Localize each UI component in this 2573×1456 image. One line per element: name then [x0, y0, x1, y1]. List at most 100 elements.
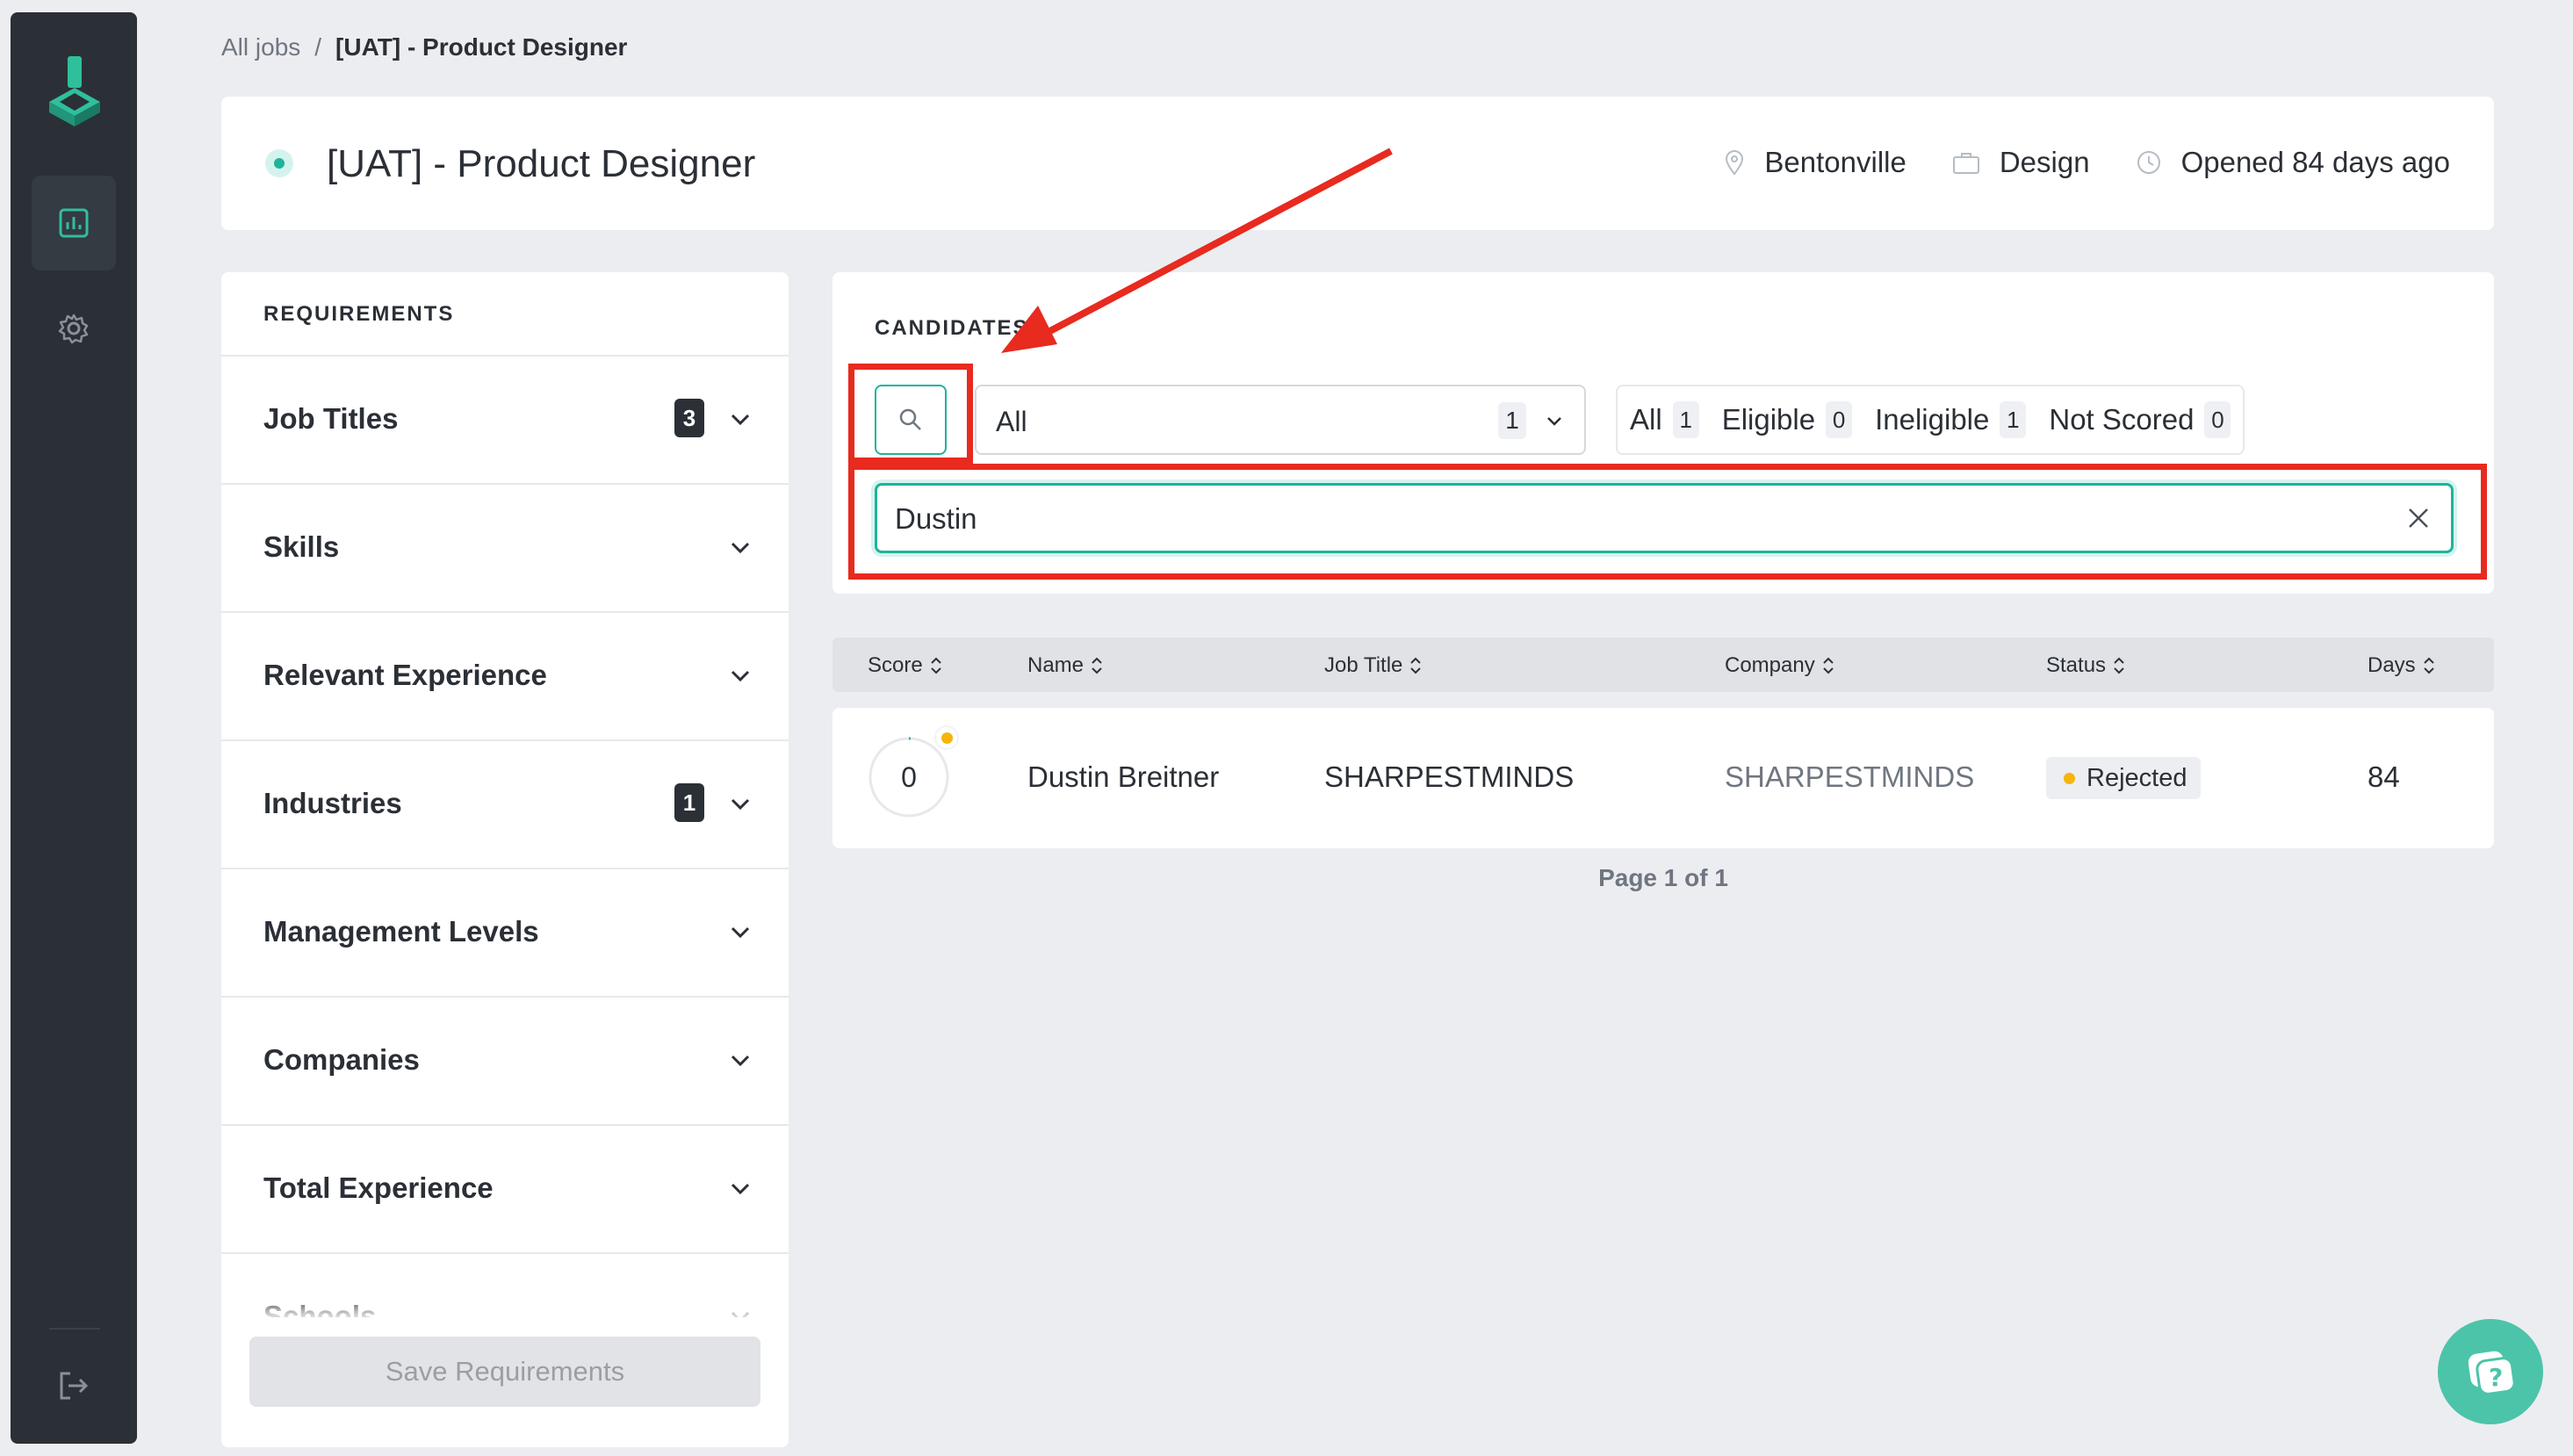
breadcrumb-separator: / — [314, 33, 322, 61]
table-row[interactable]: 0 Dustin Breitner SHARPESTMINDS SHARPEST… — [832, 708, 2494, 848]
filter-ineligible-count: 1 — [2000, 401, 2027, 438]
requirement-label: Total Experience — [263, 1171, 494, 1204]
chevron-down-icon — [731, 414, 750, 426]
breadcrumb: All jobs / [UAT] - Product Designer — [221, 33, 627, 61]
column-label: Company — [1725, 653, 1815, 677]
candidate-days: 84 — [2368, 760, 2400, 793]
help-button[interactable]: ? — [2438, 1319, 2543, 1424]
requirement-label: Relevant Experience — [263, 659, 547, 691]
settings-icon — [58, 314, 89, 344]
svg-text:?: ? — [2489, 1363, 2503, 1392]
settings-nav-button[interactable] — [32, 281, 116, 376]
job-header-card: [UAT] - Product Designer Bentonville Des… — [221, 97, 2494, 230]
filter-eligible[interactable]: Eligible — [1722, 403, 1815, 436]
annotation-search-field-highlight — [848, 464, 2487, 580]
chevron-down-icon — [1547, 417, 1561, 426]
filter-all-count: 1 — [1672, 401, 1699, 438]
filter-not-scored-count: 0 — [2204, 401, 2231, 438]
requirement-skills[interactable]: Skills — [221, 483, 789, 611]
column-name[interactable]: Name — [1027, 653, 1103, 678]
clock-icon — [2137, 151, 2160, 174]
chevron-down-icon — [731, 1183, 750, 1195]
candidate-stage-select[interactable]: All 1 — [975, 385, 1586, 455]
analytics-nav-button[interactable] — [32, 176, 116, 270]
job-meta: Bentonville Design Opened 84 days ago — [1724, 146, 2450, 179]
candidates-table-header: Score Name Job Title Company Status Days — [832, 638, 2494, 692]
eligibility-filters: All 1 Eligible 0 Ineligible 1 Not Scored… — [1616, 385, 2245, 455]
job-status-indicator — [265, 149, 293, 177]
candidate-name[interactable]: Dustin Breitner — [1027, 760, 1219, 794]
briefcase-icon — [1952, 153, 1979, 174]
job-location: Bentonville — [1724, 146, 1906, 179]
sidebar-divider — [49, 1328, 100, 1330]
requirement-management-levels[interactable]: Management Levels — [221, 868, 789, 996]
requirement-label: Job Titles — [263, 402, 399, 435]
logo-icon[interactable] — [49, 56, 100, 130]
filter-eligible-count: 0 — [1826, 401, 1853, 438]
column-label: Status — [2046, 653, 2107, 677]
stage-select-value: All — [996, 406, 1027, 437]
job-department-text: Design — [1999, 146, 2090, 178]
requirement-industries[interactable]: Industries 1 — [221, 739, 789, 868]
chevron-down-icon — [731, 926, 750, 939]
job-location-text: Bentonville — [1764, 146, 1906, 178]
requirement-count-badge: 1 — [674, 783, 704, 822]
job-department: Design — [1952, 146, 2090, 179]
column-score[interactable]: Score — [868, 653, 942, 678]
column-label: Days — [2368, 653, 2416, 677]
stage-select-count: 1 — [1498, 402, 1526, 439]
help-icon: ? — [2468, 1351, 2516, 1395]
breadcrumb-all-jobs-link[interactable]: All jobs — [221, 33, 300, 61]
page-title: [UAT] - Product Designer — [327, 142, 756, 185]
column-days[interactable]: Days — [2368, 653, 2435, 678]
logout-icon — [60, 1372, 89, 1400]
annotation-search-button-highlight — [848, 364, 973, 464]
job-opened: Opened 84 days ago — [2136, 146, 2450, 179]
filter-all[interactable]: All — [1630, 403, 1662, 436]
sort-icon — [2114, 657, 2124, 674]
column-label: Name — [1027, 653, 1085, 677]
score-status-dot — [934, 725, 959, 750]
chevron-down-icon — [731, 798, 750, 811]
requirements-heading: REQUIREMENTS — [263, 302, 455, 326]
requirement-label: Companies — [263, 1043, 420, 1076]
candidate-job-title: SHARPESTMINDS — [1324, 760, 1575, 793]
logout-button[interactable] — [32, 1338, 116, 1433]
sidebar — [11, 12, 137, 1444]
column-job-title[interactable]: Job Title — [1324, 653, 1422, 678]
candidate-score: 0 — [901, 760, 917, 793]
sort-icon — [1410, 657, 1422, 674]
status-badge: Rejected — [2046, 757, 2202, 799]
candidates-heading: CANDIDATES — [875, 316, 1029, 340]
filter-ineligible[interactable]: Ineligible — [1875, 403, 1989, 436]
requirement-relevant-experience[interactable]: Relevant Experience — [221, 611, 789, 739]
requirement-label: Management Levels — [263, 915, 539, 948]
candidate-company: SHARPESTMINDS — [1725, 760, 1975, 793]
requirement-label: Skills — [263, 530, 340, 563]
requirement-count-badge: 3 — [674, 399, 704, 437]
requirement-label: Industries — [263, 787, 402, 819]
sort-icon — [930, 657, 941, 674]
requirement-total-experience[interactable]: Total Experience — [221, 1124, 789, 1252]
requirement-companies[interactable]: Companies — [221, 996, 789, 1124]
column-status[interactable]: Status — [2046, 653, 2125, 678]
breadcrumb-current: [UAT] - Product Designer — [335, 33, 628, 61]
save-requirements-button[interactable]: Save Requirements — [249, 1337, 760, 1407]
pagination-label: Page 1 of 1 — [1598, 864, 1728, 891]
location-icon — [1726, 150, 1744, 176]
filter-not-scored[interactable]: Not Scored — [2049, 403, 2194, 436]
column-label: Score — [868, 653, 923, 677]
column-label: Job Title — [1324, 653, 1403, 677]
sort-icon — [2423, 657, 2434, 674]
job-opened-text: Opened 84 days ago — [2180, 146, 2450, 178]
requirements-panel: REQUIREMENTS Job Titles 3 Skills Relevan… — [221, 272, 789, 1447]
chevron-down-icon — [731, 1055, 750, 1067]
analytics-icon — [59, 208, 89, 238]
chevron-down-icon — [731, 542, 750, 554]
chevron-down-icon — [731, 670, 750, 682]
requirements-footer: Save Requirements — [221, 1317, 789, 1447]
sort-icon — [1823, 657, 1834, 674]
requirement-job-titles[interactable]: Job Titles 3 — [221, 355, 789, 483]
column-company[interactable]: Company — [1725, 653, 1834, 678]
sort-icon — [1092, 657, 1102, 674]
